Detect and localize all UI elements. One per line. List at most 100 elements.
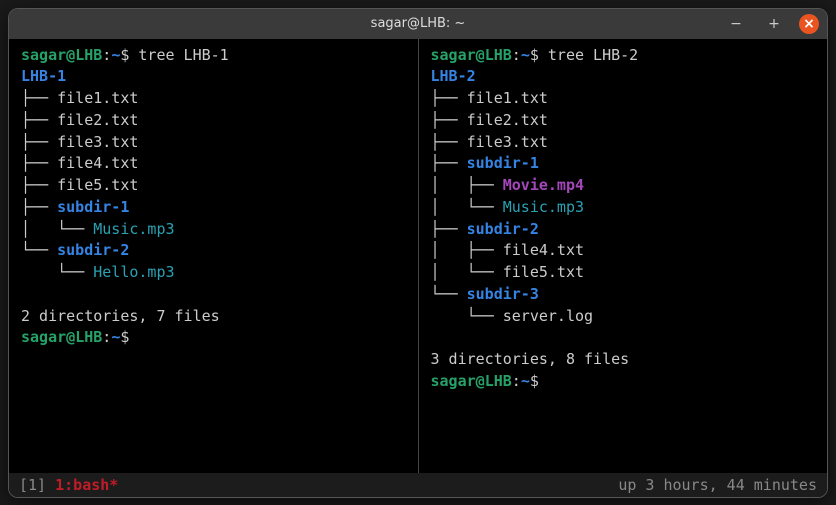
prompt-user: sagar xyxy=(431,372,476,390)
tree-summary: 3 directories, 8 files xyxy=(431,349,818,371)
tree-entry: file4.txt xyxy=(503,241,584,259)
prompt-host: LHB xyxy=(485,46,512,64)
command-line: sagar@LHB:~$ tree LHB-1 xyxy=(21,45,408,67)
prompt-user: sagar xyxy=(21,328,66,346)
tree-line: ├── file3.txt xyxy=(431,132,818,154)
tree-branch: ├── xyxy=(431,89,467,107)
tree-branch: │ └── xyxy=(431,198,503,216)
terminal-body[interactable]: sagar@LHB:~$ tree LHB-1LHB-1├── file1.tx… xyxy=(9,39,827,473)
tree-entry: Music.mp3 xyxy=(93,220,174,238)
tree-line: │ └── Music.mp3 xyxy=(431,197,818,219)
titlebar: sagar@LHB: ~ − + × xyxy=(9,9,827,39)
tree-branch: ├── xyxy=(431,111,467,129)
tree-entry: file3.txt xyxy=(467,133,548,151)
blank-line xyxy=(21,284,408,306)
command-line: sagar@LHB:~$ xyxy=(431,371,818,393)
tree-entry: subdir-1 xyxy=(467,154,539,172)
prompt-dollar: $ xyxy=(120,46,129,64)
tree-line: ├── file2.txt xyxy=(21,110,408,132)
tree-entry: Music.mp3 xyxy=(503,198,584,216)
tree-line: ├── file1.txt xyxy=(21,88,408,110)
right-pane[interactable]: sagar@LHB:~$ tree LHB-2LHB-2├── file1.tx… xyxy=(419,39,828,473)
window-title: sagar@LHB: ~ xyxy=(371,16,466,31)
tree-line: │ └── file5.txt xyxy=(431,262,818,284)
tree-entry: file2.txt xyxy=(57,111,138,129)
tree-line: ├── file2.txt xyxy=(431,110,818,132)
tree-entry: file1.txt xyxy=(467,89,548,107)
tree-branch: ├── xyxy=(431,133,467,151)
tree-branch: └── xyxy=(431,285,467,303)
tree-line: ├── file5.txt xyxy=(21,175,408,197)
prompt-dollar: $ xyxy=(120,328,129,346)
prompt-path: ~ xyxy=(111,328,120,346)
prompt-colon: : xyxy=(512,46,521,64)
prompt-host: LHB xyxy=(75,46,102,64)
tree-line: ├── subdir-1 xyxy=(21,197,408,219)
tree-line: └── subdir-2 xyxy=(21,240,408,262)
prompt-user: sagar xyxy=(431,46,476,64)
tree-branch: │ └── xyxy=(21,220,93,238)
prompt-at: @ xyxy=(66,328,75,346)
tree-line: └── server.log xyxy=(431,306,818,328)
tree-line: ├── file1.txt xyxy=(431,88,818,110)
session-name: 1:bash* xyxy=(55,476,118,494)
prompt-dollar: $ xyxy=(530,46,539,64)
tree-entry: file4.txt xyxy=(57,154,138,172)
tree-line: ├── subdir-1 xyxy=(431,153,818,175)
tree-branch: ├── xyxy=(431,220,467,238)
tree-branch: │ ├── xyxy=(431,176,503,194)
prompt-colon: : xyxy=(512,372,521,390)
left-pane[interactable]: sagar@LHB:~$ tree LHB-1LHB-1├── file1.tx… xyxy=(9,39,419,473)
tree-branch: ├── xyxy=(21,89,57,107)
minimize-button[interactable]: − xyxy=(723,13,749,35)
prompt-at: @ xyxy=(476,372,485,390)
tree-branch: ├── xyxy=(431,154,467,172)
terminal-window: sagar@LHB: ~ − + × sagar@LHB:~$ tree LHB… xyxy=(8,8,828,498)
tree-branch: ├── xyxy=(21,198,57,216)
tree-entry: file3.txt xyxy=(57,133,138,151)
tree-line: │ ├── Movie.mp4 xyxy=(431,175,818,197)
tree-branch: │ ├── xyxy=(431,241,503,259)
prompt-path: ~ xyxy=(111,46,120,64)
tree-entry: file5.txt xyxy=(57,176,138,194)
prompt-user: sagar xyxy=(21,46,66,64)
tree-line: └── subdir-3 xyxy=(431,284,818,306)
tree-entry: subdir-1 xyxy=(57,198,129,216)
tree-line: ├── subdir-2 xyxy=(431,219,818,241)
prompt-at: @ xyxy=(66,46,75,64)
tree-entry: server.log xyxy=(503,307,593,325)
command-line: sagar@LHB:~$ tree LHB-2 xyxy=(431,45,818,67)
tree-line: └── Hello.mp3 xyxy=(21,262,408,284)
prompt-at: @ xyxy=(476,46,485,64)
tree-line: ├── file3.txt xyxy=(21,132,408,154)
prompt-colon: : xyxy=(102,328,111,346)
window-controls: − + × xyxy=(723,13,819,35)
tree-summary: 2 directories, 7 files xyxy=(21,306,408,328)
tree-entry: subdir-3 xyxy=(467,285,539,303)
tree-branch: ├── xyxy=(21,154,57,172)
prompt-host: LHB xyxy=(485,372,512,390)
tree-line: │ └── Music.mp3 xyxy=(21,219,408,241)
command-line: sagar@LHB:~$ xyxy=(21,327,408,349)
tree-root: LHB-2 xyxy=(431,66,818,88)
window-index: [1] xyxy=(19,476,55,494)
close-button[interactable]: × xyxy=(799,14,819,34)
prompt-dollar: $ xyxy=(530,372,539,390)
tree-entry: file2.txt xyxy=(467,111,548,129)
maximize-button[interactable]: + xyxy=(761,13,787,35)
blank-line xyxy=(431,327,818,349)
tree-entry: subdir-2 xyxy=(467,220,539,238)
tree-line: ├── file4.txt xyxy=(21,153,408,175)
tree-root: LHB-1 xyxy=(21,66,408,88)
command-text: tree LHB-1 xyxy=(138,46,228,64)
command-text: tree LHB-2 xyxy=(548,46,638,64)
tree-entry: Movie.mp4 xyxy=(503,176,584,194)
tree-branch: ├── xyxy=(21,111,57,129)
tree-branch: └── xyxy=(21,241,57,259)
tree-branch: └── xyxy=(21,263,93,281)
tree-branch: │ └── xyxy=(431,263,503,281)
status-left: [1] 1:bash* xyxy=(19,476,118,494)
tree-entry: Hello.mp3 xyxy=(93,263,174,281)
prompt-colon: : xyxy=(102,46,111,64)
tree-entry: subdir-2 xyxy=(57,241,129,259)
